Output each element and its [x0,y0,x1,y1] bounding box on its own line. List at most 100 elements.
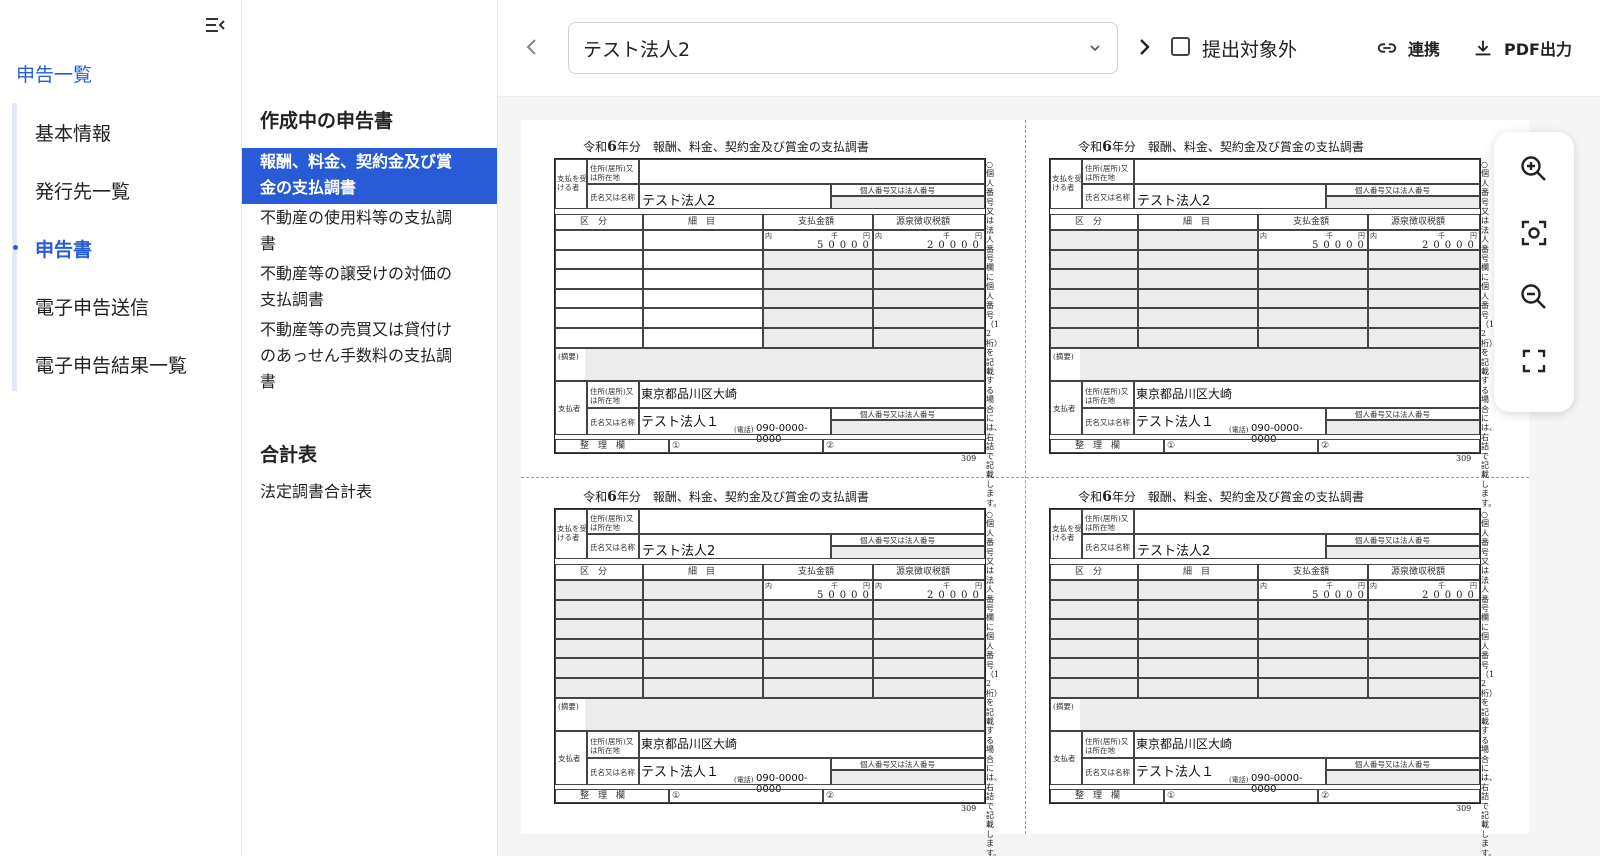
nav-item-e-filing-results[interactable]: 電子申告結果一覧 [17,335,237,393]
office-1: ① [672,441,681,451]
doc-item-real-estate-transfer[interactable]: 不動産等の譲受けの対価の 支払調書 [242,260,497,316]
payer-label: 支払者 [1053,404,1076,413]
nav-item-issuer-list[interactable]: 発行先一覧 [17,161,237,219]
fullscreen-icon[interactable] [1519,346,1549,376]
table-cell [643,658,763,678]
preview-toolbar: テスト法人2 提出対象外 連携 PDF出力 [498,0,1600,97]
payer-address: 東京都品川区大崎 [641,387,738,401]
data-rows [555,580,985,698]
address-label-cell: 住所(居所)又は所在地 [1082,509,1134,534]
unit-inner: 内 [875,582,882,590]
nav-item-report[interactable]: 申告書 [13,219,237,277]
office-2-cell: ② [823,789,985,803]
payer-number-cells [831,770,985,785]
table-cell [1368,308,1480,328]
recipient-label: 支払を受ける者 [1052,174,1082,192]
table-cell [763,599,873,620]
table-cell [873,619,985,639]
col-detail-cell: 細 目 [643,564,763,580]
table-cell [1138,249,1258,270]
payer-number-label-cell: 個人番号又は法人番号 [831,758,985,770]
table-cell [1258,678,1368,698]
table-cell [873,678,985,698]
office-2: ② [1321,791,1330,801]
phone-label: (電話) [734,776,754,784]
office-label-cell: 整 理 欄 [1050,439,1164,453]
exclude-checkbox[interactable] [1171,37,1190,56]
form-title-suffix: 年分 報酬、料金、契約金及び賞金の支払調書 [1111,490,1364,504]
section-totals-title: 合計表 [260,444,318,466]
doc-item-label: 不動産等の売買又は貸付け [260,320,453,339]
number-label: 個人番号又は法人番号 [1355,536,1430,545]
recipient-name-cell: テスト法人2 [1134,184,1326,209]
payer-name-label-cell: 氏名又は名称 [587,408,639,435]
name-label-cell: 氏名又は名称 [587,534,639,559]
payer-number-cells [1326,420,1480,435]
doc-item-label: 支払調書 [260,290,325,309]
payer-name-cell: テスト法人１ (電話) 090-0000-0000 [639,408,831,445]
entity-select[interactable]: テスト法人2 [568,22,1118,74]
doc-item-brokerage-fee[interactable]: 不動産等の売買又は貸付け のあっせん手数料の支払調 書 [242,316,497,398]
download-icon [1475,40,1491,56]
col-amount-cell: 支払金額 [763,564,873,580]
zoom-out-icon[interactable] [1519,282,1549,312]
app: 申告一覧 基本情報 発行先一覧 申告書 電子申告送信 電子申告結果一覧 作成中の… [0,0,1600,856]
payer-number-label: 個人番号又は法人番号 [1355,760,1430,769]
doc-item-legal-total[interactable]: 法定調書合計表 [242,478,497,508]
chevron-right-icon[interactable] [1134,37,1154,57]
nav-item-basic-info[interactable]: 基本情報 [17,103,237,161]
zoom-in-icon[interactable] [1519,154,1549,184]
document-preview[interactable]: 令和6年分 報酬、料金、契約金及び賞金の支払調書 支払を受ける者 住所(居所)又… [498,97,1600,856]
table-cell [1368,288,1480,309]
office-1: ① [672,791,681,801]
unit-inner: 内 [1260,582,1267,590]
number-label: 個人番号又は法人番号 [860,536,935,545]
recipient-address-cell [639,159,985,184]
data-rows [1050,580,1480,698]
table-cell [1050,230,1138,250]
memo-field [1080,699,1479,730]
withholding-tax: 20000 [927,240,984,251]
table-cell [555,288,643,309]
link-button[interactable]: 連携 [1376,36,1440,60]
doc-item-label: 報酬、料金、契約金及び賞 [260,152,453,171]
table-cell [873,328,985,348]
table-cell [555,230,643,250]
nav-item-e-filing-send[interactable]: 電子申告送信 [17,277,237,335]
form-title: 令和6年分 報酬、料金、契約金及び賞金の支払調書 [1066,138,1376,155]
recipient-number-cells [831,196,985,209]
col-category: 区 分 [580,567,608,577]
collapse-menu-icon[interactable] [204,14,226,36]
exclude-checkbox-label[interactable]: 提出対象外 [1202,35,1297,62]
form-title-suffix: 年分 報酬、料金、契約金及び賞金の支払調書 [616,140,869,154]
payment-statement-form: 令和6年分 報酬、料金、契約金及び賞金の支払調書 支払を受ける者 住所(居所)又… [521,120,1011,508]
phone-label: (電話) [1229,426,1249,434]
col-category: 区 分 [1075,217,1103,227]
doc-item-remuneration[interactable]: 報酬、料金、契約金及び賞 金の支払調書 [242,148,497,204]
col-detail: 細 目 [688,217,716,227]
table-cell [873,308,985,328]
side-note: ○個人番号又は法人番号欄に個人番号（12桁）を記載する場合には、右詰で記載します… [1481,510,1497,856]
office-1-cell: ① [1164,789,1318,803]
office-1-cell: ① [1164,439,1318,453]
payer-label-cell: 支払者 [1050,731,1082,785]
office-label-cell: 整 理 欄 [1050,789,1164,803]
nav-title-report-list[interactable]: 申告一覧 [16,60,92,87]
table-cell [1138,328,1258,348]
table-cell [1050,269,1138,289]
table-cell [1050,288,1138,309]
payment-statement-form: 令和6年分 報酬、料金、契約金及び賞金の支払調書 支払を受ける者 住所(居所)又… [1016,470,1506,856]
payer-name-label-cell: 氏名又は名称 [1082,758,1134,785]
payer-name-label-cell: 氏名又は名称 [587,758,639,785]
doc-item-real-estate-rent[interactable]: 不動産の使用料等の支払調 書 [242,204,497,260]
pdf-export-button[interactable]: PDF出力 [1472,36,1572,60]
chevron-left-icon[interactable] [522,37,542,57]
fit-screen-icon[interactable] [1519,218,1549,248]
col-tax-cell: 源泉徴収税額 [1368,214,1480,230]
payer-address-cell: 東京都品川区大崎 [639,381,985,408]
withholding-tax: 20000 [1422,240,1479,251]
payer-address-cell: 東京都品川区大崎 [639,731,985,758]
table-cell [873,638,985,659]
unit-inner: 内 [1260,232,1267,240]
col-amount: 支払金額 [798,567,835,577]
